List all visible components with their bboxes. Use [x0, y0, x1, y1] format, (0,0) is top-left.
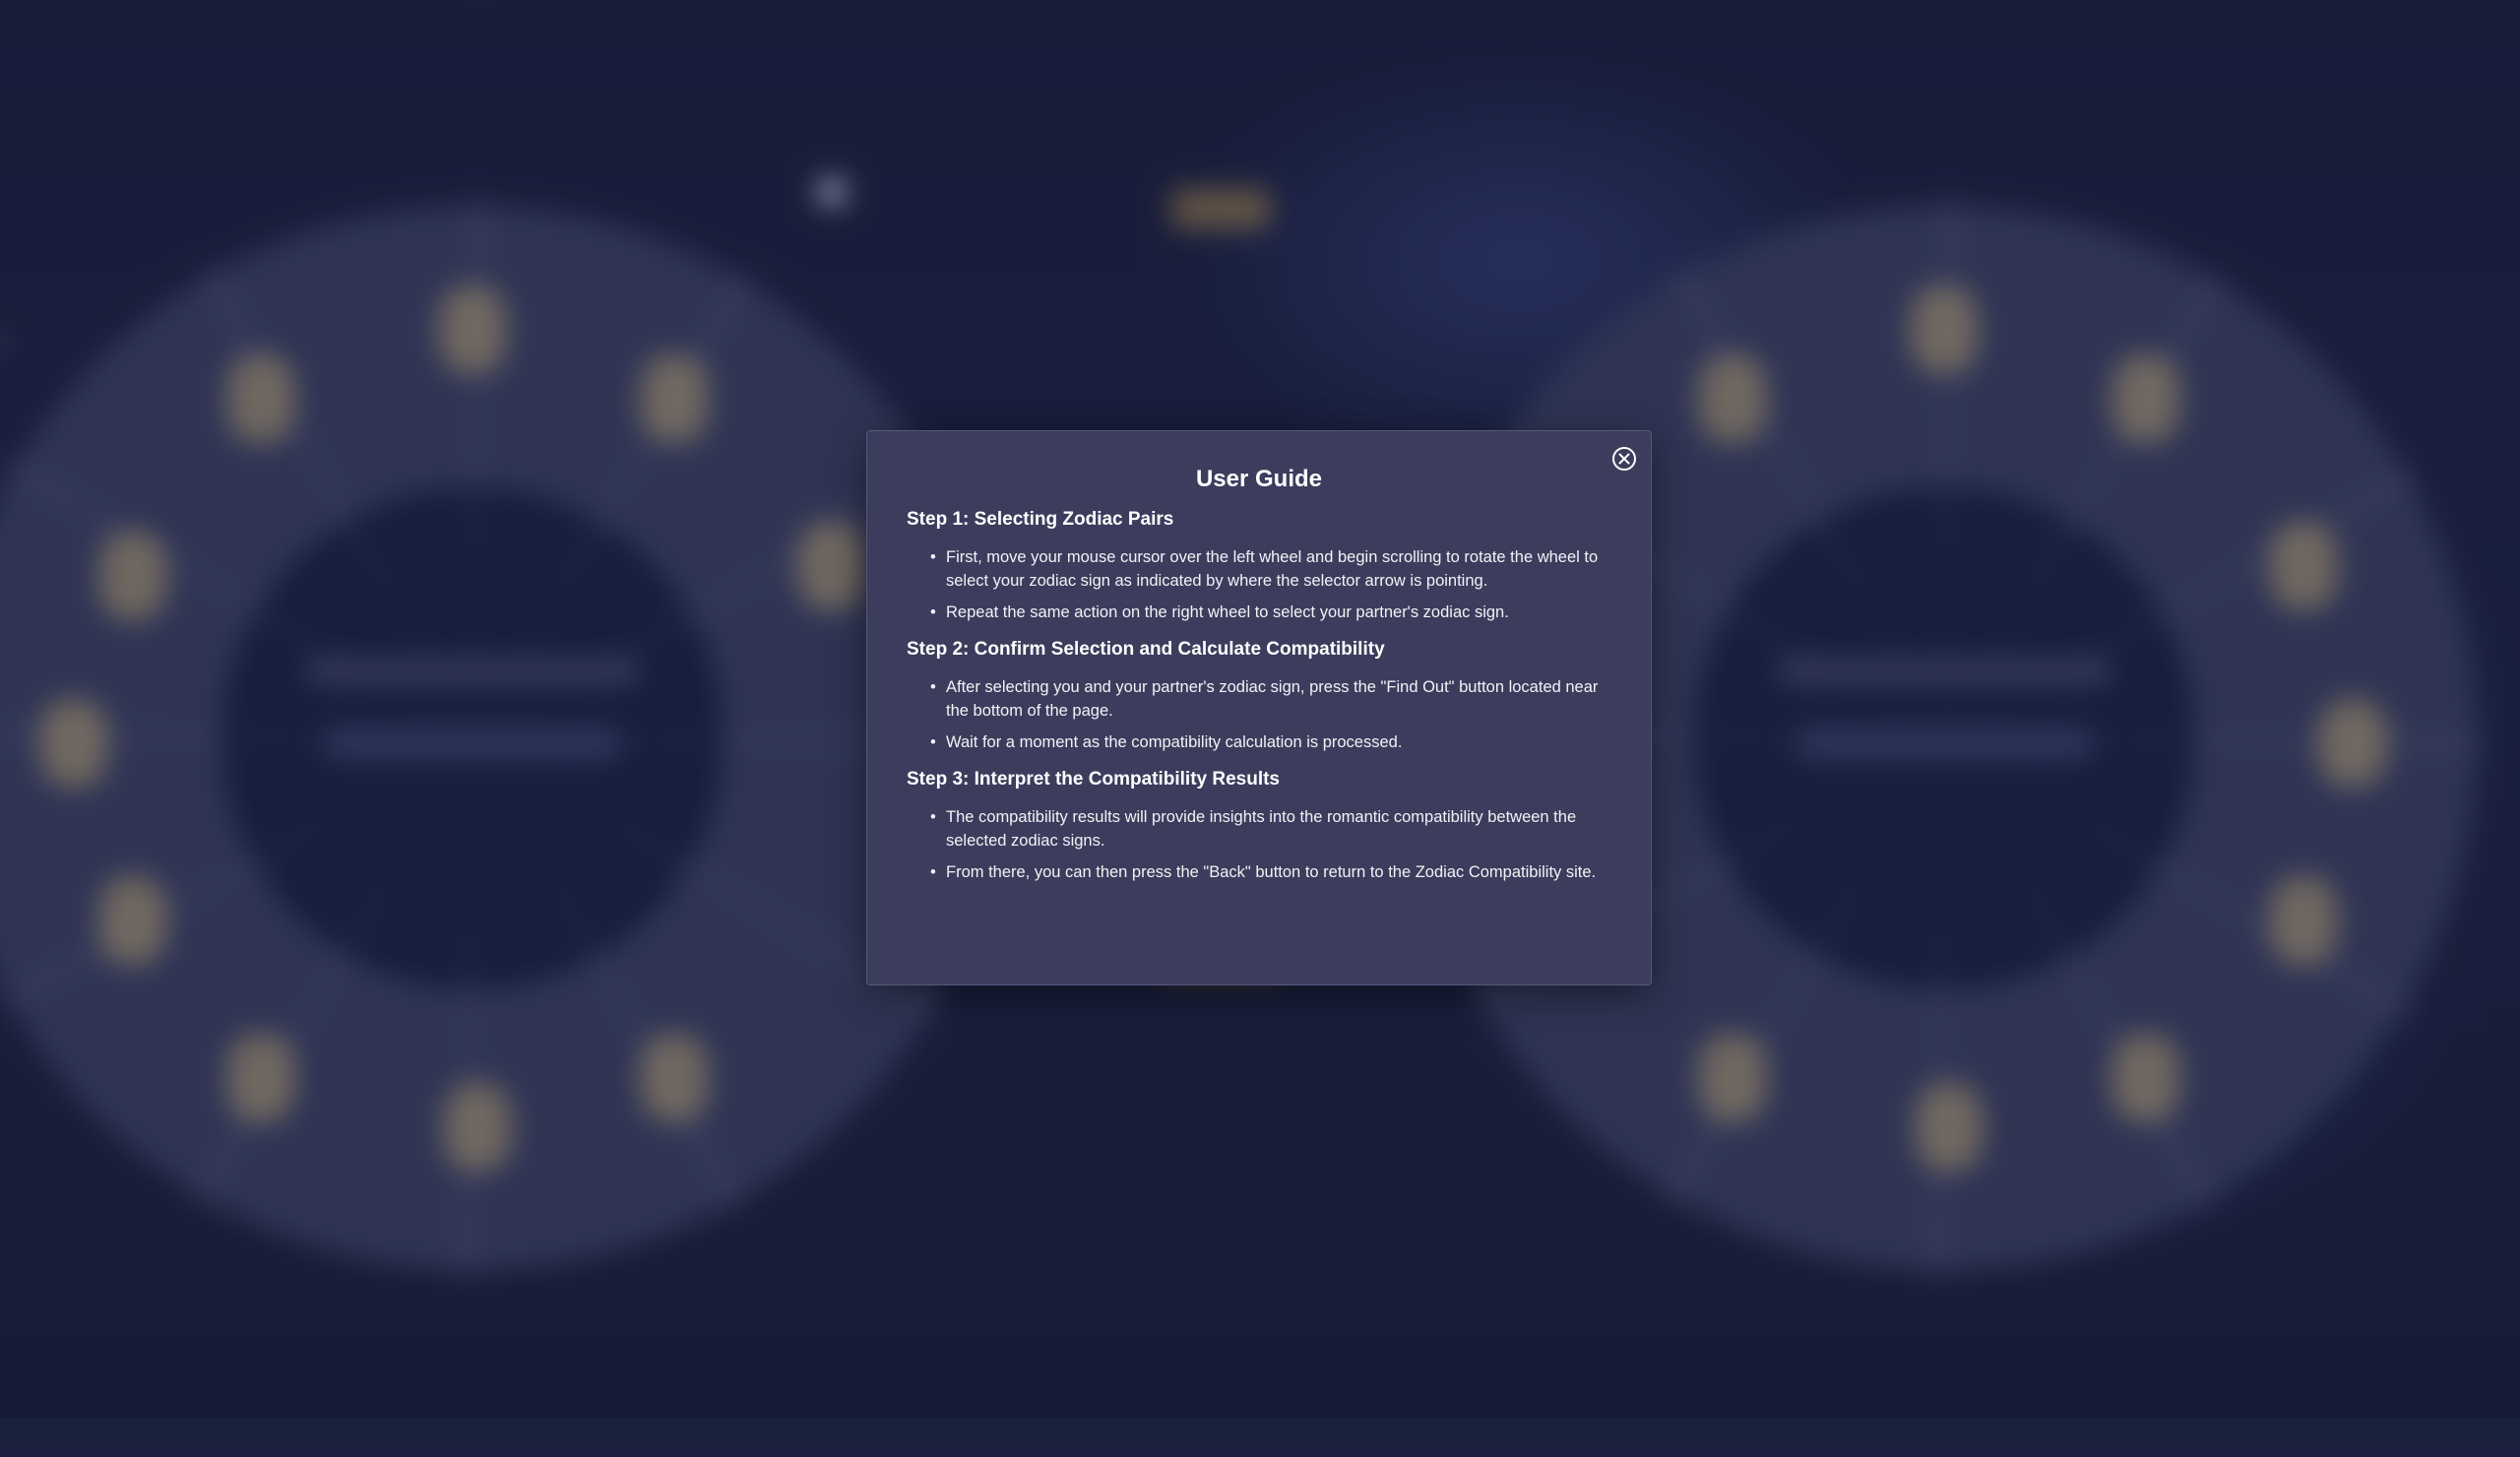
step-3-section: Step 3: Interpret the Compatibility Resu…	[907, 768, 1611, 884]
list-item: From there, you can then press the "Back…	[930, 860, 1611, 884]
step-1-list: First, move your mouse cursor over the l…	[907, 545, 1611, 624]
step-2-heading: Step 2: Confirm Selection and Calculate …	[907, 639, 1385, 660]
step-3-list: The compatibility results will provide i…	[907, 805, 1611, 884]
step-3-heading: Step 3: Interpret the Compatibility Resu…	[907, 769, 1280, 790]
list-item: Wait for a moment as the compatibility c…	[930, 730, 1611, 754]
list-item: Repeat the same action on the right whee…	[930, 601, 1611, 624]
modal-title: User Guide	[1195, 466, 1323, 492]
step-1-section: Step 1: Selecting Zodiac Pairs First, mo…	[907, 508, 1611, 624]
user-guide-modal: User Guide Step 1: Selecting Zodiac Pair…	[866, 430, 1652, 985]
step-1-heading: Step 1: Selecting Zodiac Pairs	[907, 509, 1174, 530]
list-item: After selecting you and your partner's z…	[930, 675, 1611, 723]
list-item: The compatibility results will provide i…	[930, 805, 1611, 853]
step-2-section: Step 2: Confirm Selection and Calculate …	[907, 638, 1611, 754]
close-circle-icon	[1612, 447, 1636, 471]
close-button[interactable]	[1610, 445, 1638, 473]
step-2-list: After selecting you and your partner's z…	[907, 675, 1611, 754]
list-item: First, move your mouse cursor over the l…	[930, 545, 1611, 593]
